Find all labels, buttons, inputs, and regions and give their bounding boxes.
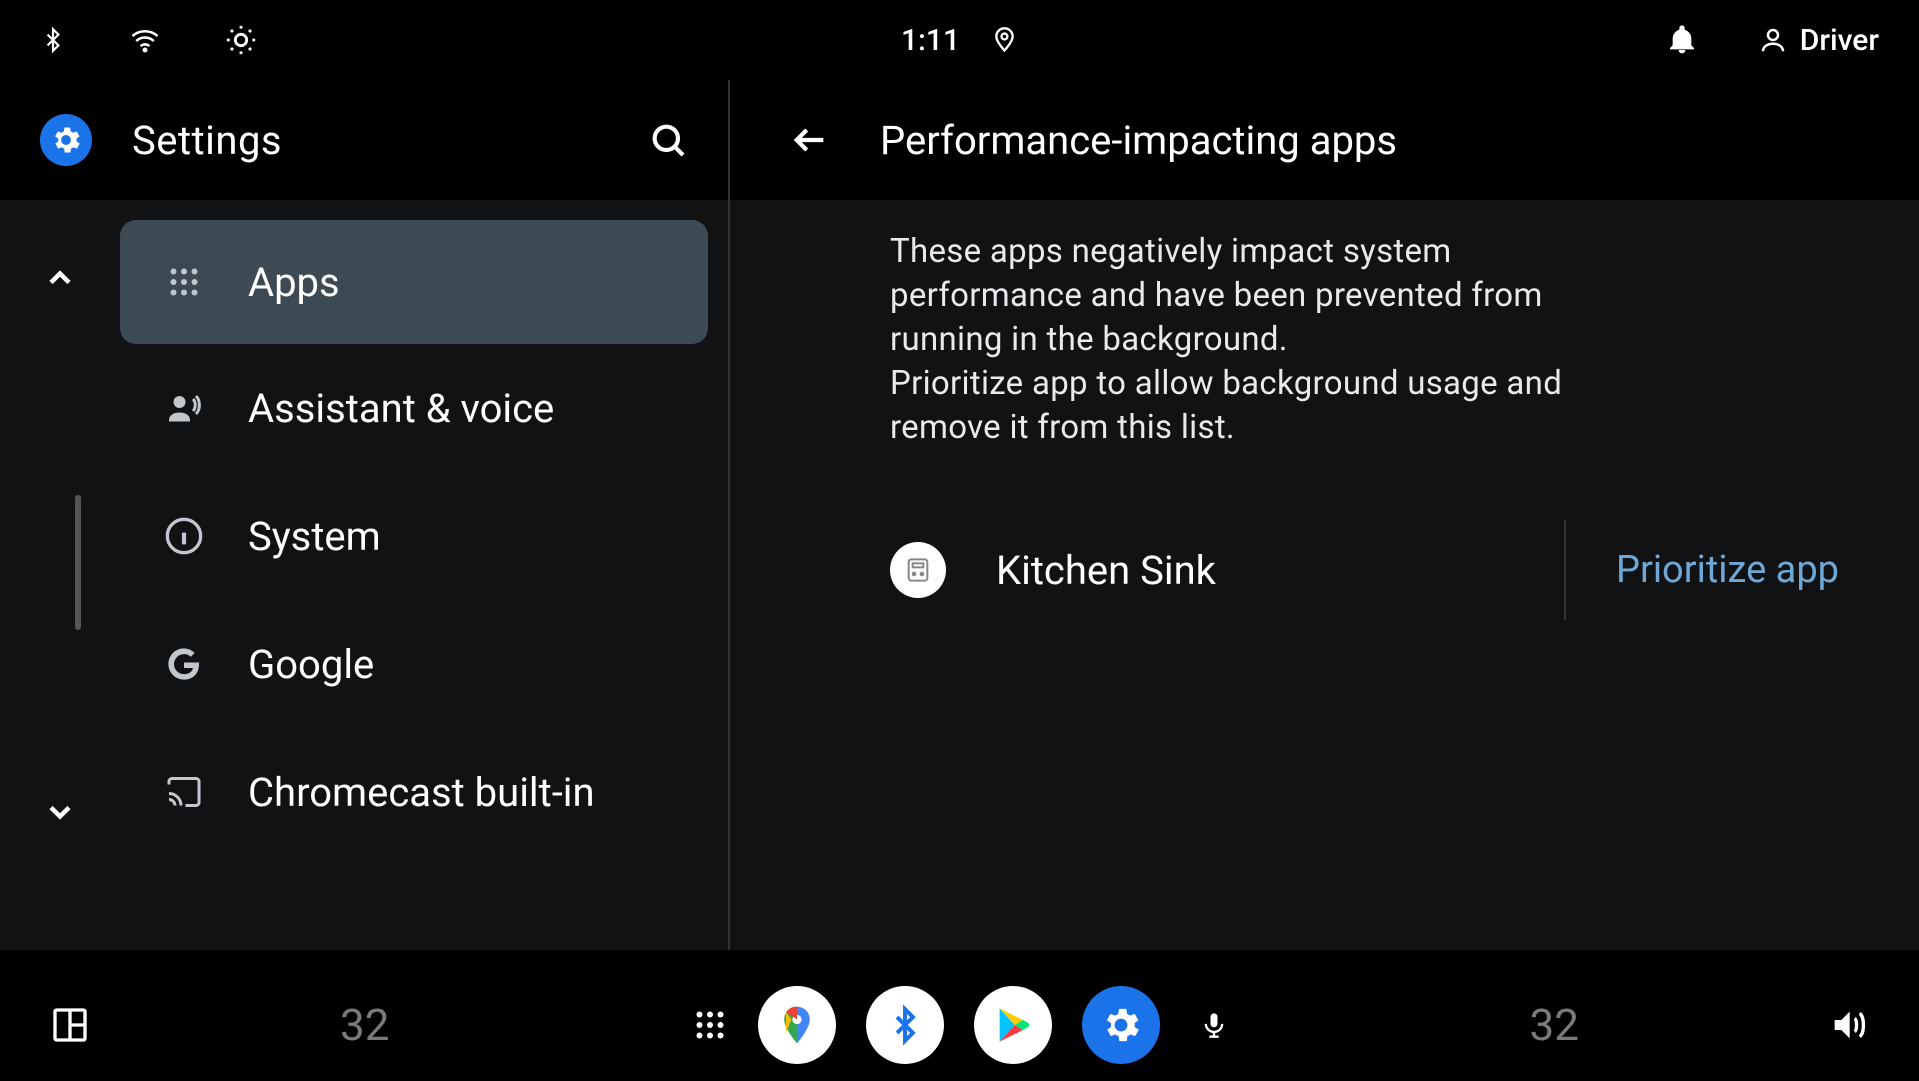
chevron-down-icon[interactable] [42,794,78,830]
location-icon [990,23,1018,57]
temp-left[interactable]: 32 [340,999,389,1051]
main-content: Settings Apps [0,80,1919,950]
sidebar-item-assistant[interactable]: Assistant & voice [120,344,708,472]
settings-gear-icon [40,114,92,166]
layout-grid-icon[interactable] [50,1005,90,1045]
brightness-icon[interactable] [224,23,258,57]
mic-icon[interactable] [1200,1005,1228,1045]
cast-icon [160,774,208,810]
google-g-icon [160,644,208,684]
sidebar-item-system[interactable]: System [120,472,708,600]
sidebar-item-chromecast[interactable]: Chromecast built-in [120,728,708,856]
scroll-chevrons [0,220,120,950]
sidebar-item-google[interactable]: Google [120,600,708,728]
status-left [40,23,258,57]
bottom-dock [692,986,1228,1064]
apps-grid-icon [160,264,208,300]
sidebar-header: Settings [0,80,728,200]
sidebar-item-label: Google [248,641,374,688]
notifications-icon[interactable] [1666,21,1698,59]
status-center: 1:11 [901,23,1018,58]
clock-time: 1:11 [901,23,960,58]
app-icon [890,542,946,598]
panel-header: Performance-impacting apps [730,80,1919,200]
sidebar-list-area: Apps Assistant & voice System [0,200,728,950]
app-name: Kitchen Sink [996,547,1216,594]
back-button[interactable] [790,120,830,160]
assistant-voice-icon [160,390,208,426]
search-button[interactable] [648,120,688,160]
temp-right[interactable]: 32 [1530,999,1579,1051]
user-name: Driver [1800,23,1879,58]
chevron-up-icon[interactable] [42,260,78,296]
user-profile[interactable]: Driver [1758,23,1879,58]
panel-title: Performance-impacting apps [880,117,1397,164]
app-row: Kitchen Sink Prioritize app [890,520,1839,620]
status-right: Driver [1666,21,1879,59]
scroll-indicator [75,495,81,630]
info-icon [160,516,208,556]
dock-bluetooth-button[interactable] [866,986,944,1064]
bluetooth-icon[interactable] [40,23,66,57]
dock-settings-button[interactable] [1082,986,1160,1064]
dock-play-button[interactable] [974,986,1052,1064]
wifi-icon[interactable] [126,25,164,55]
settings-sidebar: Settings Apps [0,80,730,950]
bottom-nav-bar: 32 32 [0,969,1919,1081]
app-launcher-icon[interactable] [692,1007,728,1043]
app-info[interactable]: Kitchen Sink [890,542,1514,598]
sidebar-item-label: Apps [248,259,340,306]
volume-icon[interactable] [1827,1005,1869,1045]
panel-description: These apps negatively impact system perf… [890,230,1650,450]
sidebar-title: Settings [132,117,282,164]
nav-list: Apps Assistant & voice System [120,220,728,950]
dock-maps-button[interactable] [758,986,836,1064]
detail-panel: Performance-impacting apps These apps ne… [730,80,1919,950]
vertical-divider [1564,520,1566,620]
sidebar-item-apps[interactable]: Apps [120,220,708,344]
panel-body: These apps negatively impact system perf… [730,200,1919,950]
sidebar-item-label: System [248,513,381,560]
prioritize-app-button[interactable]: Prioritize app [1616,548,1839,592]
sidebar-item-label: Assistant & voice [248,385,554,432]
sidebar-item-label: Chromecast built-in [248,769,595,816]
status-bar: 1:11 Driver [0,0,1919,80]
